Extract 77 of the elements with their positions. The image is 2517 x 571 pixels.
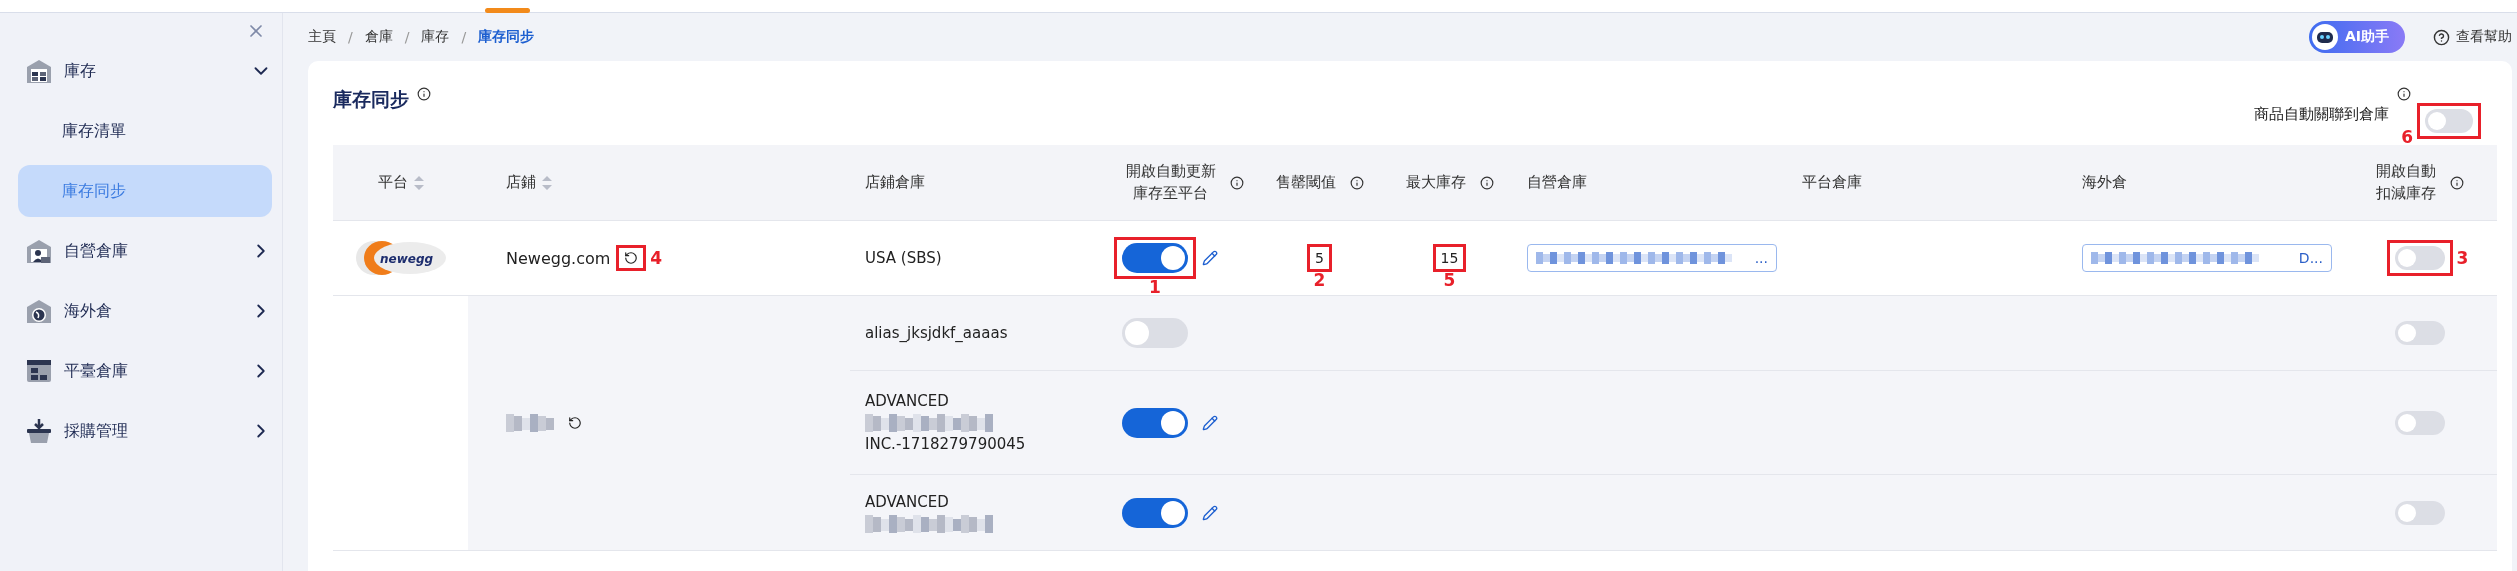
warehouse-icon [26,58,52,84]
warehouse-name: ADVANCED [865,492,950,513]
toggle-switch[interactable] [2394,410,2445,435]
threshold-value: 5 [1315,250,1324,266]
toggle-switch[interactable] [1122,407,1188,438]
layout-icon [26,358,52,384]
toggle-switch[interactable] [2394,246,2445,270]
help-icon [2433,28,2450,46]
basket-icon [26,418,52,444]
warehouse-name: alias_jksjdkf_aaaas [865,322,1009,344]
column-header: 店鋪倉庫 [865,171,925,193]
auto-link-label: 商品自動關聯到倉庫 [2254,105,2389,124]
warehouse-name: USA (SBS) [865,247,943,269]
annotation-number: 3 [2456,248,2469,268]
max-stock-value: 15 [1440,250,1459,266]
annotation-number: 5 [1443,270,1456,290]
sidebar-item[interactable]: 平臺倉庫 [18,341,272,401]
toggle-switch[interactable] [1122,497,1188,528]
breadcrumb-separator: / [404,29,410,45]
annotation-number: 6 [2401,127,2413,147]
column-header: 最大庫存 [1405,171,1466,193]
info-icon[interactable] [1479,175,1494,190]
column-header: 海外倉 [2082,171,2127,193]
annotation-box [616,245,647,271]
toggle-switch[interactable] [1122,318,1188,348]
sidebar-item[interactable]: 自營倉庫 [18,221,272,281]
sidebar-item[interactable]: 庫存 [18,41,272,101]
breadcrumb-link[interactable]: 主頁 [308,28,336,46]
page-title: 庫存同步 [333,87,409,112]
column-header: 開啟自動扣減庫存 [2374,160,2437,204]
breadcrumb-separator: / [461,29,467,45]
column-header: 售罄閾值 [1275,171,1336,193]
warehouse-name: ADVANCED [865,390,950,412]
column-header: 平台 [377,171,408,193]
warehouse-select[interactable]: ... [1527,244,1777,272]
warehouse-globe-icon [26,298,52,324]
info-icon[interactable] [1349,175,1364,190]
breadcrumb-separator: / [348,29,353,45]
breadcrumb-link[interactable]: 倉庫 [364,28,393,46]
toggle-switch[interactable] [2394,500,2445,525]
sidebar-item[interactable]: 海外倉 [18,281,272,341]
annotation-box [1432,244,1467,272]
refresh-icon[interactable] [568,416,582,430]
info-icon[interactable] [2397,87,2411,101]
toggle-switch[interactable] [1122,243,1188,273]
annotation-box [2417,103,2481,139]
annotation-number: 1 [1149,277,1161,297]
annotation-box [1307,244,1332,272]
sidebar-subitem[interactable]: 庫存清單 [18,105,272,157]
tab-indicator [485,8,530,13]
warehouse-select[interactable]: D... [2082,244,2332,272]
info-icon[interactable] [417,87,431,101]
warehouse-person-icon [26,238,52,264]
toggle-switch[interactable] [2394,321,2445,345]
robot-icon [2310,23,2339,51]
sidebar-item[interactable]: 採購管理 [18,401,272,461]
column-header: 開啟自動更新庫存至平台 [1124,160,1217,204]
info-icon[interactable] [2450,175,2465,190]
ai-assistant-button[interactable]: AI助手 [2308,21,2405,53]
column-header: 店鋪 [506,171,536,193]
edit-icon[interactable] [1202,250,1218,266]
help-link[interactable]: 查看幫助 [2433,28,2512,46]
info-icon[interactable] [1230,175,1245,190]
annotation-number: 2 [1313,270,1326,290]
column-header: 自營倉庫 [1527,171,1587,193]
toggle-switch[interactable] [2425,109,2473,133]
newegg-logo: newegg [353,238,448,278]
breadcrumb-link[interactable]: 庫存同步 [478,28,535,46]
edit-icon[interactable] [1202,414,1218,431]
annotation-number: 4 [650,248,663,268]
annotation-box [2386,240,2453,276]
breadcrumb-link[interactable]: 庫存 [421,28,450,46]
warehouse-name: INC.-1718279790045 [865,433,1027,455]
store-name: Newegg.com [506,248,611,268]
column-header: 平台倉庫 [1802,171,1862,193]
refresh-icon[interactable] [624,251,639,265]
edit-icon[interactable] [1202,504,1218,521]
